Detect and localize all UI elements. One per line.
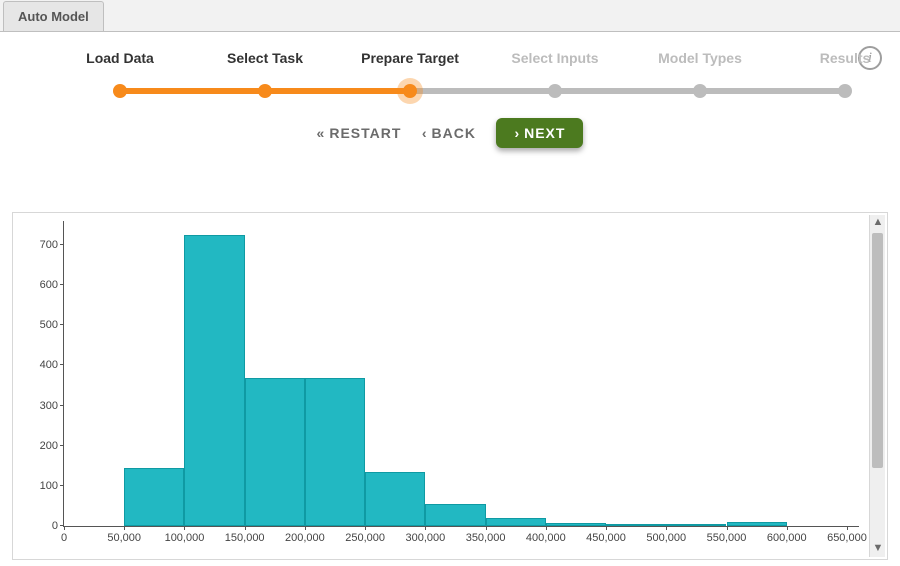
x-tick-label: 350,000 — [466, 532, 506, 544]
stepper-label[interactable]: Model Types — [658, 50, 742, 66]
tab-bar: Auto Model — [0, 0, 900, 32]
x-tick-mark — [184, 526, 185, 530]
histogram-bar — [486, 518, 546, 526]
stepper-label[interactable]: Results — [820, 50, 871, 66]
y-tick-label: 500 — [24, 319, 58, 331]
histogram-bar — [305, 378, 365, 526]
x-tick-label: 600,000 — [767, 532, 807, 544]
chevron-left-icon: ‹ — [422, 125, 428, 141]
histogram-bar — [365, 472, 425, 526]
x-tick-mark — [64, 526, 65, 530]
tab-auto-model[interactable]: Auto Model — [3, 1, 104, 31]
y-tick-mark — [60, 445, 64, 446]
y-tick-mark — [60, 284, 64, 285]
stepper-track-future — [410, 88, 845, 94]
x-tick-label: 50,000 — [107, 532, 141, 544]
histogram-bar — [727, 522, 787, 526]
scroll-up-arrow-icon[interactable]: ▲ — [870, 215, 886, 231]
y-tick-label: 700 — [24, 239, 58, 251]
y-tick-mark — [60, 485, 64, 486]
histogram-bar — [245, 378, 305, 526]
back-label: BACK — [432, 125, 476, 141]
x-tick-label: 500,000 — [646, 532, 686, 544]
histogram-bar — [124, 468, 184, 526]
next-button[interactable]: ›NEXT — [496, 118, 583, 148]
x-tick-mark — [727, 526, 728, 530]
y-tick-mark — [60, 405, 64, 406]
x-tick-mark — [245, 526, 246, 530]
chevron-right-icon: › — [514, 125, 520, 141]
x-tick-mark — [486, 526, 487, 530]
histogram-bar — [546, 523, 606, 526]
y-tick-mark — [60, 324, 64, 325]
y-tick-label: 600 — [24, 279, 58, 291]
stepper-dot[interactable] — [113, 84, 127, 98]
x-tick-mark — [847, 526, 848, 530]
x-tick-label: 550,000 — [707, 532, 747, 544]
stepper: Load Data Select Task Prepare Target Select… — [30, 32, 870, 112]
x-tick-label: 300,000 — [405, 532, 445, 544]
nav-row: «RESTART ‹BACK ›NEXT — [0, 118, 900, 148]
page: i Load DataSelect TaskPrepare TargetSele… — [0, 32, 900, 566]
x-tick-mark — [305, 526, 306, 530]
x-tick-label: 0 — [61, 532, 67, 544]
histogram-bar — [425, 504, 485, 526]
x-tick-mark — [787, 526, 788, 530]
plot-area: 0100200300400500600700050,000100,000150,… — [63, 221, 859, 527]
restart-label: RESTART — [329, 125, 401, 141]
scroll-down-arrow-icon[interactable]: ▼ — [870, 541, 886, 557]
x-tick-label: 100,000 — [165, 532, 205, 544]
x-tick-mark — [425, 526, 426, 530]
x-tick-label: 650,000 — [827, 532, 867, 544]
stepper-dot[interactable] — [403, 84, 417, 98]
y-tick-label: 200 — [24, 440, 58, 452]
stepper-label[interactable]: Load Data — [86, 50, 154, 66]
stepper-dot[interactable] — [693, 84, 707, 98]
x-tick-mark — [365, 526, 366, 530]
histogram-chart: 0 100 200 300 400 500 600 700 0 50,000 100,000 150,… — [23, 221, 859, 549]
x-tick-mark — [124, 526, 125, 530]
y-tick-label: 400 — [24, 359, 58, 371]
next-label: NEXT — [524, 125, 565, 141]
x-tick-mark — [606, 526, 607, 530]
y-tick-mark — [60, 364, 64, 365]
y-tick-label: 0 — [24, 520, 58, 532]
histogram-bar — [666, 524, 726, 526]
x-tick-label: 150,000 — [225, 532, 265, 544]
x-tick-label: 400,000 — [526, 532, 566, 544]
stepper-label[interactable]: Select Inputs — [511, 50, 598, 66]
x-tick-mark — [546, 526, 547, 530]
histogram-bar — [184, 235, 244, 526]
x-tick-label: 200,000 — [285, 532, 325, 544]
back-button[interactable]: ‹BACK — [422, 125, 476, 141]
x-tick-label: 250,000 — [345, 532, 385, 544]
scroll-thumb[interactable] — [872, 233, 883, 468]
double-chevron-left-icon: « — [317, 125, 326, 141]
x-tick-mark — [666, 526, 667, 530]
chart-panel: 0 100 200 300 400 500 600 700 0 50,000 100,000 150,… — [12, 212, 888, 560]
stepper-dot[interactable] — [548, 84, 562, 98]
stepper-dot[interactable] — [258, 84, 272, 98]
y-tick-label: 300 — [24, 400, 58, 412]
stepper-dot[interactable] — [838, 84, 852, 98]
x-tick-label: 450,000 — [586, 532, 626, 544]
y-tick-label: 100 — [24, 480, 58, 492]
y-tick-mark — [60, 244, 64, 245]
histogram-bar — [606, 524, 666, 526]
stepper-label[interactable]: Select Task — [227, 50, 303, 66]
restart-button[interactable]: «RESTART — [317, 125, 402, 141]
stepper-label[interactable]: Prepare Target — [361, 50, 459, 66]
scrollbar[interactable]: ▲ ▼ — [869, 215, 885, 557]
